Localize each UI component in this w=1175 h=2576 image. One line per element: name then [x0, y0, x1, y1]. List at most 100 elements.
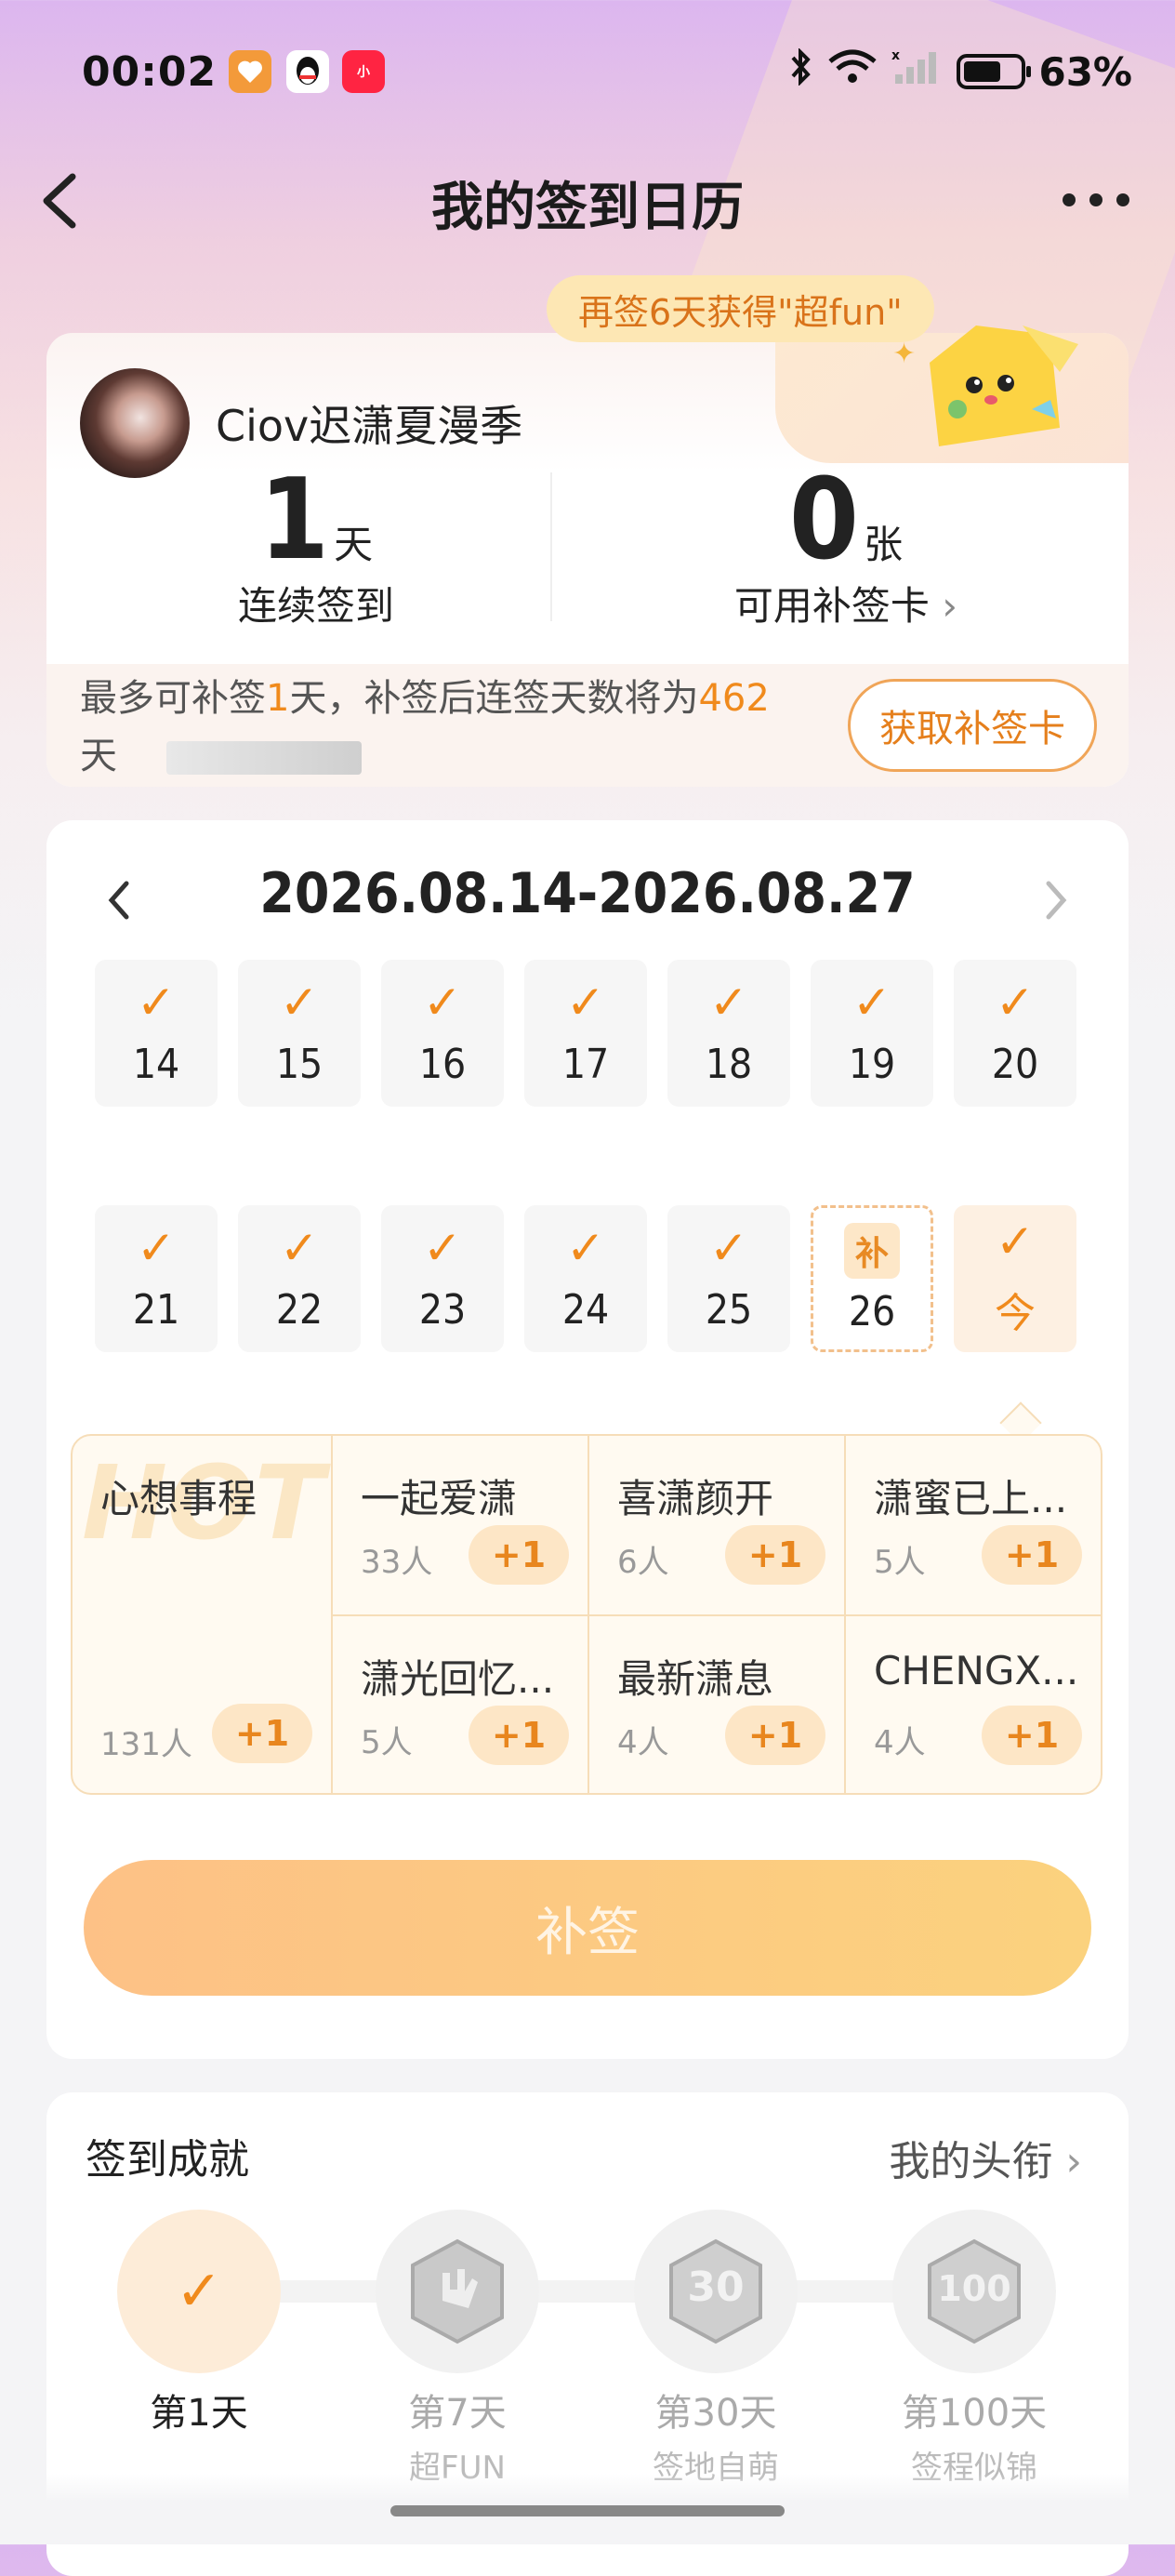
status-time: 00:02	[82, 48, 218, 96]
calendar-day[interactable]: ✓ 16	[381, 960, 504, 1107]
day-number: 17	[561, 1040, 610, 1088]
day-number: 21	[132, 1285, 180, 1334]
prev-period-button[interactable]	[100, 872, 138, 928]
checkmark-icon: ✓	[852, 975, 891, 1029]
next-period-button[interactable]	[1037, 872, 1075, 928]
calendar-day[interactable]: ✓ 18	[667, 960, 790, 1107]
group-cell[interactable]: 潇蜜已上... 5人 +1	[846, 1436, 1101, 1616]
makeup-info-text: 最多可补签1天，补签后连签天数将为462 天	[80, 670, 824, 785]
cards-label: 可用补签卡	[733, 583, 930, 629]
makeup-card-stat[interactable]: 0 张	[688, 456, 1004, 585]
calendar-day[interactable]: ✓ 25	[667, 1205, 790, 1352]
group-cell[interactable]: CHENGX... 4人 +1	[846, 1616, 1101, 1793]
group-cell[interactable]: 潇光回忆... 5人 +1	[333, 1616, 589, 1793]
get-makeup-card-button[interactable]: 获取补签卡	[848, 679, 1097, 772]
svg-text:✦: ✦	[892, 338, 916, 370]
100-days-badge-icon: 100	[928, 2238, 1021, 2344]
home-indicator[interactable]	[390, 2505, 785, 2516]
streak-unit: 天	[334, 522, 374, 567]
achievements-title: 签到成就	[86, 2136, 249, 2184]
battery-percent: 63%	[1038, 48, 1132, 95]
day-number: 20	[991, 1040, 1039, 1088]
xiaohongshu-app-icon: 小	[342, 50, 385, 93]
battery-icon	[957, 54, 1032, 89]
group-name: CHENGX...	[874, 1648, 1079, 1693]
calendar-day[interactable]: ✓ 19	[811, 960, 933, 1107]
calendar-day[interactable]: ✓ 22	[238, 1205, 361, 1352]
checkmark-icon: ✓	[137, 1220, 176, 1275]
achievement-badge[interactable]: 30	[634, 2210, 798, 2373]
signal-icon: x	[891, 48, 944, 95]
makeup-day[interactable]: 补 26	[811, 1205, 933, 1352]
calendar-day[interactable]: ✓ 21	[95, 1205, 218, 1352]
svg-text:x: x	[891, 48, 900, 63]
makeup-info-suffix: 天	[80, 735, 117, 777]
calendar-day[interactable]: ✓ 14	[95, 960, 218, 1107]
cards-label-link[interactable]: 可用补签卡 ›	[688, 575, 1004, 631]
group-cell[interactable]: 喜潇颜开 6人 +1	[589, 1436, 846, 1616]
calendar-day[interactable]: ✓ 23	[381, 1205, 504, 1352]
join-group-button[interactable]: +1	[982, 1706, 1082, 1765]
featured-group[interactable]: HOT 心想事程 131人 +1	[73, 1436, 333, 1793]
calendar-day[interactable]: ✓ 20	[954, 960, 1076, 1107]
svg-text:30: 30	[687, 2264, 744, 2311]
get-makeup-card-label: 获取补签卡	[879, 708, 1065, 750]
group-count: 6人	[617, 1544, 669, 1581]
achievement-badge[interactable]: ✓	[117, 2210, 281, 2373]
username: Ciov迟潇夏漫季	[216, 401, 523, 451]
join-group-button[interactable]: +1	[725, 1706, 825, 1765]
day-number: 15	[275, 1040, 323, 1088]
chevron-right-icon	[1046, 881, 1067, 920]
more-icon	[1063, 193, 1129, 206]
qq-app-icon	[286, 50, 329, 93]
join-group-button[interactable]: +1	[469, 1706, 569, 1765]
streak-label: 连续签到	[237, 583, 394, 629]
makeup-info-middle: 天，补签后连签天数将为	[289, 677, 699, 720]
chevron-right-icon: ›	[942, 583, 958, 629]
group-count: 5人	[874, 1544, 926, 1581]
day-number: 19	[848, 1040, 896, 1088]
group-cell[interactable]: 最新潇息 4人 +1	[589, 1616, 846, 1793]
group-count: 5人	[361, 1724, 413, 1761]
group-name: 喜潇颜开	[617, 1476, 774, 1521]
achievement-badge[interactable]	[376, 2210, 539, 2373]
calendar-day[interactable]: ✓ 17	[524, 960, 647, 1107]
group-name: 心想事程	[100, 1476, 257, 1521]
calendar-day[interactable]: ✓ 24	[524, 1205, 647, 1352]
more-button[interactable]	[1054, 177, 1138, 223]
chevron-left-icon	[108, 881, 129, 920]
checkmark-icon: ✓	[175, 2259, 223, 2324]
today-cell[interactable]: ✓ 今	[954, 1205, 1076, 1352]
group-count: 4人	[617, 1724, 669, 1761]
achievement-badge[interactable]: 100	[892, 2210, 1056, 2373]
status-icons: x 63%	[787, 47, 1132, 95]
day-number: 23	[418, 1285, 467, 1334]
join-group-button[interactable]: +1	[469, 1525, 569, 1585]
my-titles-label: 我的头衔	[889, 2138, 1053, 2185]
my-titles-link[interactable]: 我的头衔 ›	[889, 2128, 1082, 2187]
checkmark-icon: ✓	[280, 975, 319, 1029]
makeup-tag: 补	[843, 1222, 900, 1279]
checkmark-icon: ✓	[137, 975, 176, 1029]
achievement-day: 第1天	[150, 2392, 248, 2435]
wifi-icon	[826, 48, 878, 95]
join-group-button[interactable]: +1	[212, 1704, 312, 1763]
group-count: 33人	[361, 1544, 433, 1581]
streak-stat: 1 天	[158, 456, 474, 585]
group-cell[interactable]: 一起爱潇 33人 +1	[333, 1436, 589, 1616]
bluetooth-icon	[787, 47, 813, 95]
checkmark-icon: ✓	[423, 1220, 462, 1275]
group-name: 潇光回忆...	[361, 1656, 555, 1702]
groups-panel: HOT 心想事程 131人 +1 一起爱潇 33人 +1 喜潇颜开 6人 +1 …	[71, 1434, 1102, 1795]
join-group-button[interactable]: +1	[982, 1525, 1082, 1585]
day-number: 16	[418, 1040, 467, 1088]
makeup-info-prefix: 最多可补签	[80, 677, 266, 720]
reward-tooltip: 再签6天获得"超fun"	[547, 275, 934, 342]
page-title: 我的签到日历	[431, 178, 744, 238]
checkmark-icon: ✓	[566, 975, 605, 1029]
calendar-day[interactable]: ✓ 15	[238, 960, 361, 1107]
group-count: 4人	[874, 1724, 926, 1761]
chevron-right-icon: ›	[1065, 2138, 1082, 2185]
makeup-button[interactable]: 补签	[84, 1860, 1091, 1996]
join-group-button[interactable]: +1	[725, 1525, 825, 1585]
